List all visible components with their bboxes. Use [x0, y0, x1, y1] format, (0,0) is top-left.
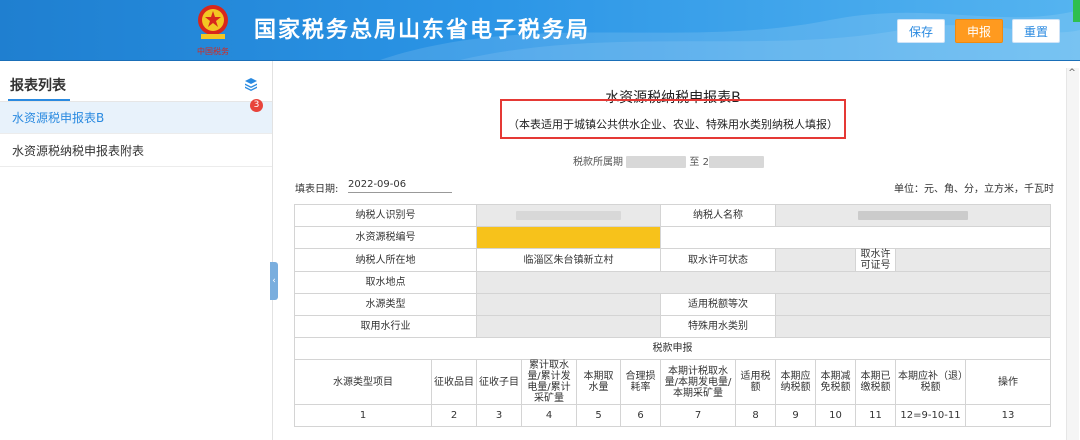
column-header: 本期应补（退）税额	[895, 359, 966, 405]
taxpayer-name-value	[775, 204, 1051, 227]
tax-code-empty	[660, 226, 1051, 249]
taxpayer-name-redacted	[858, 210, 968, 220]
column-number: 12=9-10-11	[895, 404, 966, 427]
sidebar-header: 报表列表	[0, 61, 272, 102]
column-header: 征收子目	[476, 359, 522, 405]
column-number: 2	[431, 404, 477, 427]
sidebar-item-label: 水资源税申报表B	[12, 111, 105, 125]
location-label: 纳税人所在地	[294, 248, 477, 272]
scroll-up-icon[interactable]: ^	[1067, 68, 1077, 78]
column-header: 累计取水量/累计发电量/累计采矿量	[521, 359, 577, 405]
column-number: 5	[576, 404, 621, 427]
sidebar-title-underline	[8, 99, 70, 101]
column-number: 9	[775, 404, 816, 427]
submit-button[interactable]: 申报	[955, 19, 1003, 43]
sidebar-title: 报表列表	[10, 78, 66, 94]
sidebar-item-label: 水资源税纳税申报表附表	[12, 144, 145, 158]
tax-period: 税款所属期 至 2	[573, 153, 764, 168]
notification-badge: 3	[250, 99, 263, 112]
column-header: 操作	[965, 359, 1051, 405]
special-category-label: 特殊用水类别	[660, 315, 776, 338]
intake-site-label: 取水地点	[294, 271, 477, 294]
period-end-prefix: 2	[702, 157, 709, 168]
top-header: 中国税务 国家税务总局山东省电子税务局 保存 申报 重置	[0, 0, 1080, 61]
column-number: 10	[815, 404, 856, 427]
column-header: 水源类型项目	[294, 359, 432, 405]
period-label: 税款所属期	[573, 157, 623, 168]
fill-date-input[interactable]: 2022-09-06	[348, 179, 452, 193]
water-tax-form-table: 纳税人识别号 纳税人名称 水资源税编号 纳税人所在地 临淄区朱台镇新立村 取水许…	[294, 204, 1051, 427]
form-area: 水资源税纳税申报表B （本表适用于城镇公共供水企业、农业、特殊用水类别纳税人填报…	[280, 61, 1066, 440]
column-number: 11	[855, 404, 896, 427]
industry-value	[476, 315, 661, 338]
column-number: 3	[476, 404, 522, 427]
permit-status-label: 取水许可状态	[660, 248, 776, 272]
tax-emblem-logo: 中国税务	[197, 5, 229, 56]
permit-no-label: 取水许可证号	[855, 248, 896, 272]
taxpayer-id-label: 纳税人识别号	[294, 204, 477, 227]
column-header: 本期计税取水量/本期发电量/本期采矿量	[660, 359, 736, 405]
unit-note: 单位：元、角、分，立方米，千瓦时	[894, 184, 1054, 195]
column-header: 合理损耗率	[620, 359, 661, 405]
taxpayer-id-redacted	[516, 210, 621, 220]
column-header: 征收品目	[431, 359, 477, 405]
tax-code-label: 水资源税编号	[294, 226, 477, 249]
tax-level-label: 适用税额等次	[660, 293, 776, 316]
permit-no-value	[895, 248, 1051, 272]
layers-icon[interactable]	[244, 77, 258, 91]
column-header: 本期取水量	[576, 359, 621, 405]
tax-level-value	[775, 293, 1051, 316]
tax-declaration-header: 税款申报	[294, 337, 1051, 360]
industry-label: 取用水行业	[294, 315, 477, 338]
column-number: 13	[965, 404, 1051, 427]
reset-button[interactable]: 重置	[1012, 19, 1060, 43]
column-header: 本期已缴税额	[855, 359, 896, 405]
intake-site-value	[476, 271, 1051, 294]
column-number: 4	[521, 404, 577, 427]
period-start-redacted	[626, 156, 687, 168]
vertical-scrollbar[interactable]	[1066, 68, 1079, 440]
taxpayer-name-label: 纳税人名称	[660, 204, 776, 227]
period-end-redacted	[708, 156, 764, 168]
logo-text: 中国税务	[197, 46, 229, 56]
period-to-label: 至	[689, 157, 700, 168]
sidebar-collapse-toggle[interactable]: ‹	[270, 262, 278, 300]
sidebar-item-water-tax-b[interactable]: 水资源税申报表B 3	[0, 99, 272, 134]
column-number: 1	[294, 404, 432, 427]
report-list-sidebar: 报表列表 水资源税申报表B 3 水资源税纳税申报表附表	[0, 61, 273, 440]
taxpayer-id-value	[476, 204, 661, 227]
column-number: 8	[735, 404, 776, 427]
special-category-value	[775, 315, 1051, 338]
permit-status-value	[775, 248, 856, 272]
source-type-label: 水源类型	[294, 293, 477, 316]
column-header: 本期应纳税额	[775, 359, 816, 405]
column-header: 适用税额	[735, 359, 776, 405]
source-type-value	[476, 293, 661, 316]
site-title: 国家税务总局山东省电子税务局	[254, 18, 591, 43]
sidebar-item-water-tax-appendix[interactable]: 水资源税纳税申报表附表	[0, 135, 272, 167]
tax-code-input[interactable]	[476, 226, 661, 249]
fill-date-label: 填表日期:	[295, 184, 339, 195]
column-number: 6	[620, 404, 661, 427]
window-edge-indicator	[1073, 0, 1080, 22]
column-number: 7	[660, 404, 736, 427]
location-value: 临淄区朱台镇新立村	[476, 248, 661, 272]
save-button[interactable]: 保存	[897, 19, 945, 43]
form-subtitle: （本表适用于城镇公共供水企业、农业、特殊用水类别纳税人填报）	[508, 118, 838, 131]
column-header: 本期减免税额	[815, 359, 856, 405]
